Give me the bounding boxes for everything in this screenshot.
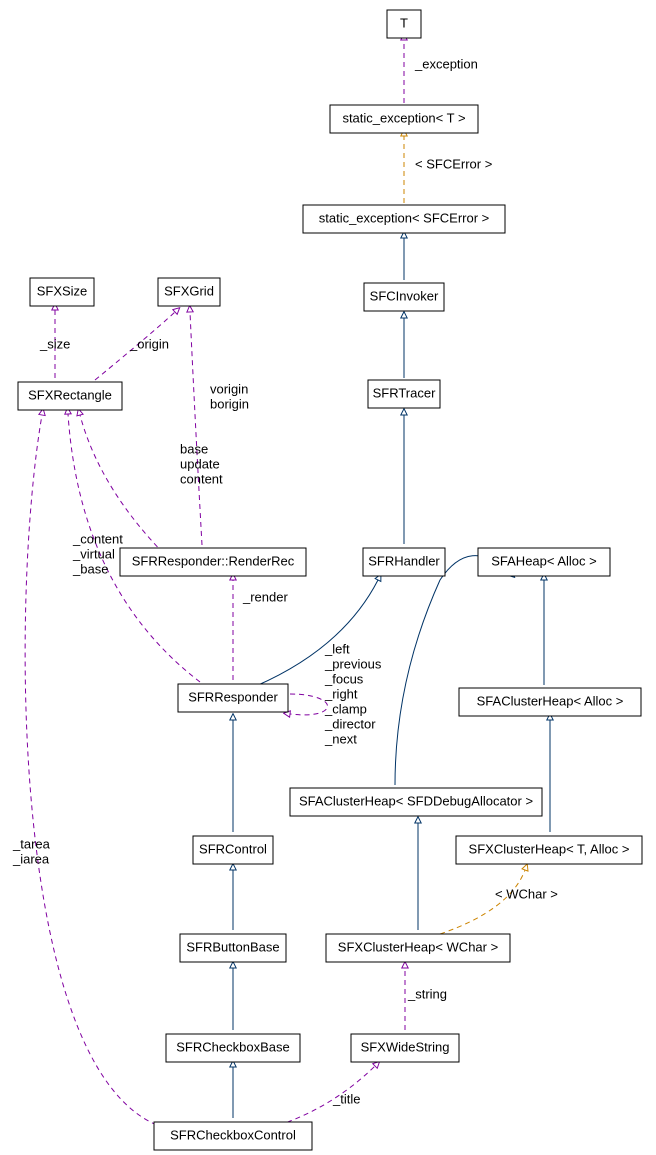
node-SFXWideString: SFXWideString — [351, 1034, 459, 1062]
node-RenderRec: SFRResponder::RenderRec — [120, 548, 306, 576]
svg-text:_content: _content — [72, 531, 123, 546]
svg-text:SFRResponder::RenderRec: SFRResponder::RenderRec — [132, 553, 295, 568]
svg-text:_iarea: _iarea — [12, 851, 50, 866]
svg-text:_focus: _focus — [324, 671, 364, 686]
svg-text:_string: _string — [407, 986, 447, 1001]
node-SFXRectangle: SFXRectangle — [18, 382, 122, 410]
svg-text:SFXWideString: SFXWideString — [361, 1039, 450, 1054]
svg-text:_origin: _origin — [129, 336, 169, 351]
svg-text:SFXSize: SFXSize — [37, 283, 88, 298]
node-SFRResponder: SFRResponder — [178, 684, 288, 712]
svg-text:SFXGrid: SFXGrid — [164, 283, 214, 298]
svg-text:_next: _next — [324, 731, 357, 746]
edges — [25, 40, 550, 1128]
node-SFRCheckboxControl: SFRCheckboxControl — [154, 1122, 312, 1150]
collaboration-diagram: _exception < SFCError > _size _origin vo… — [0, 0, 656, 1155]
svg-text:SFXRectangle: SFXRectangle — [28, 387, 112, 402]
svg-text:SFRCheckboxBase: SFRCheckboxBase — [176, 1039, 289, 1054]
svg-text:static_exception< T >: static_exception< T > — [342, 110, 465, 125]
node-static_exception_T: static_exception< T > — [330, 105, 478, 133]
svg-text:_left: _left — [324, 641, 350, 656]
svg-text:_size: _size — [39, 336, 70, 351]
node-SFRControl: SFRControl — [193, 836, 273, 864]
nodes: T static_exception< T > static_exception… — [18, 10, 642, 1150]
svg-text:SFXClusterHeap< T, Alloc >: SFXClusterHeap< T, Alloc > — [469, 841, 630, 856]
svg-text:static_exception< SFCError >: static_exception< SFCError > — [319, 210, 490, 225]
svg-text:SFRControl: SFRControl — [199, 841, 267, 856]
node-SFXSize: SFXSize — [30, 278, 94, 306]
node-SFAHeap: SFAHeap< Alloc > — [478, 548, 610, 576]
node-SFAClusterHeapDebug: SFAClusterHeap< SFDDebugAllocator > — [290, 788, 542, 816]
svg-text:_base: _base — [72, 561, 108, 576]
svg-text:SFRButtonBase: SFRButtonBase — [186, 939, 279, 954]
node-SFRButtonBase: SFRButtonBase — [180, 934, 286, 962]
node-SFXClusterHeapWChar: SFXClusterHeap< WChar > — [326, 934, 510, 962]
node-SFXGrid: SFXGrid — [158, 278, 220, 306]
svg-text:< SFCError >: < SFCError > — [415, 156, 492, 171]
node-SFXClusterHeapTA: SFXClusterHeap< T, Alloc > — [456, 836, 642, 864]
svg-text:_virtual: _virtual — [72, 546, 115, 561]
svg-text:_title: _title — [332, 1091, 360, 1106]
svg-text:borigin: borigin — [210, 396, 249, 411]
svg-text:SFXClusterHeap< WChar >: SFXClusterHeap< WChar > — [338, 939, 498, 954]
svg-text:_exception: _exception — [414, 56, 478, 71]
svg-text:content: content — [180, 471, 223, 486]
svg-text:_previous: _previous — [324, 656, 382, 671]
svg-text:_director: _director — [324, 716, 376, 731]
svg-text:_right: _right — [324, 686, 358, 701]
svg-text:update: update — [180, 456, 220, 471]
svg-text:vorigin: vorigin — [210, 381, 248, 396]
node-SFRTracer: SFRTracer — [368, 380, 440, 408]
svg-text:SFRTracer: SFRTracer — [373, 385, 437, 400]
svg-text:base: base — [180, 441, 208, 456]
svg-text:_tarea: _tarea — [12, 836, 51, 851]
svg-text:_render: _render — [242, 589, 288, 604]
svg-text:SFRCheckboxControl: SFRCheckboxControl — [170, 1127, 296, 1142]
svg-text:SFCInvoker: SFCInvoker — [370, 288, 439, 303]
node-T: T — [387, 10, 421, 38]
svg-text:SFRResponder: SFRResponder — [188, 689, 278, 704]
svg-text:< WChar >: < WChar > — [495, 886, 558, 901]
node-SFRHandler: SFRHandler — [363, 548, 445, 576]
svg-text:SFAHeap< Alloc >: SFAHeap< Alloc > — [491, 553, 597, 568]
svg-text:T: T — [400, 15, 408, 30]
node-SFCInvoker: SFCInvoker — [364, 283, 444, 311]
svg-text:SFRHandler: SFRHandler — [368, 553, 440, 568]
node-SFRCheckboxBase: SFRCheckboxBase — [166, 1034, 300, 1062]
svg-text:SFAClusterHeap< SFDDebugAlloca: SFAClusterHeap< SFDDebugAllocator > — [299, 793, 533, 808]
node-static_exception_SFCError: static_exception< SFCError > — [303, 205, 505, 233]
svg-text:_clamp: _clamp — [324, 701, 367, 716]
node-SFAClusterHeapAlloc: SFAClusterHeap< Alloc > — [459, 688, 641, 716]
svg-text:SFAClusterHeap< Alloc >: SFAClusterHeap< Alloc > — [477, 693, 624, 708]
